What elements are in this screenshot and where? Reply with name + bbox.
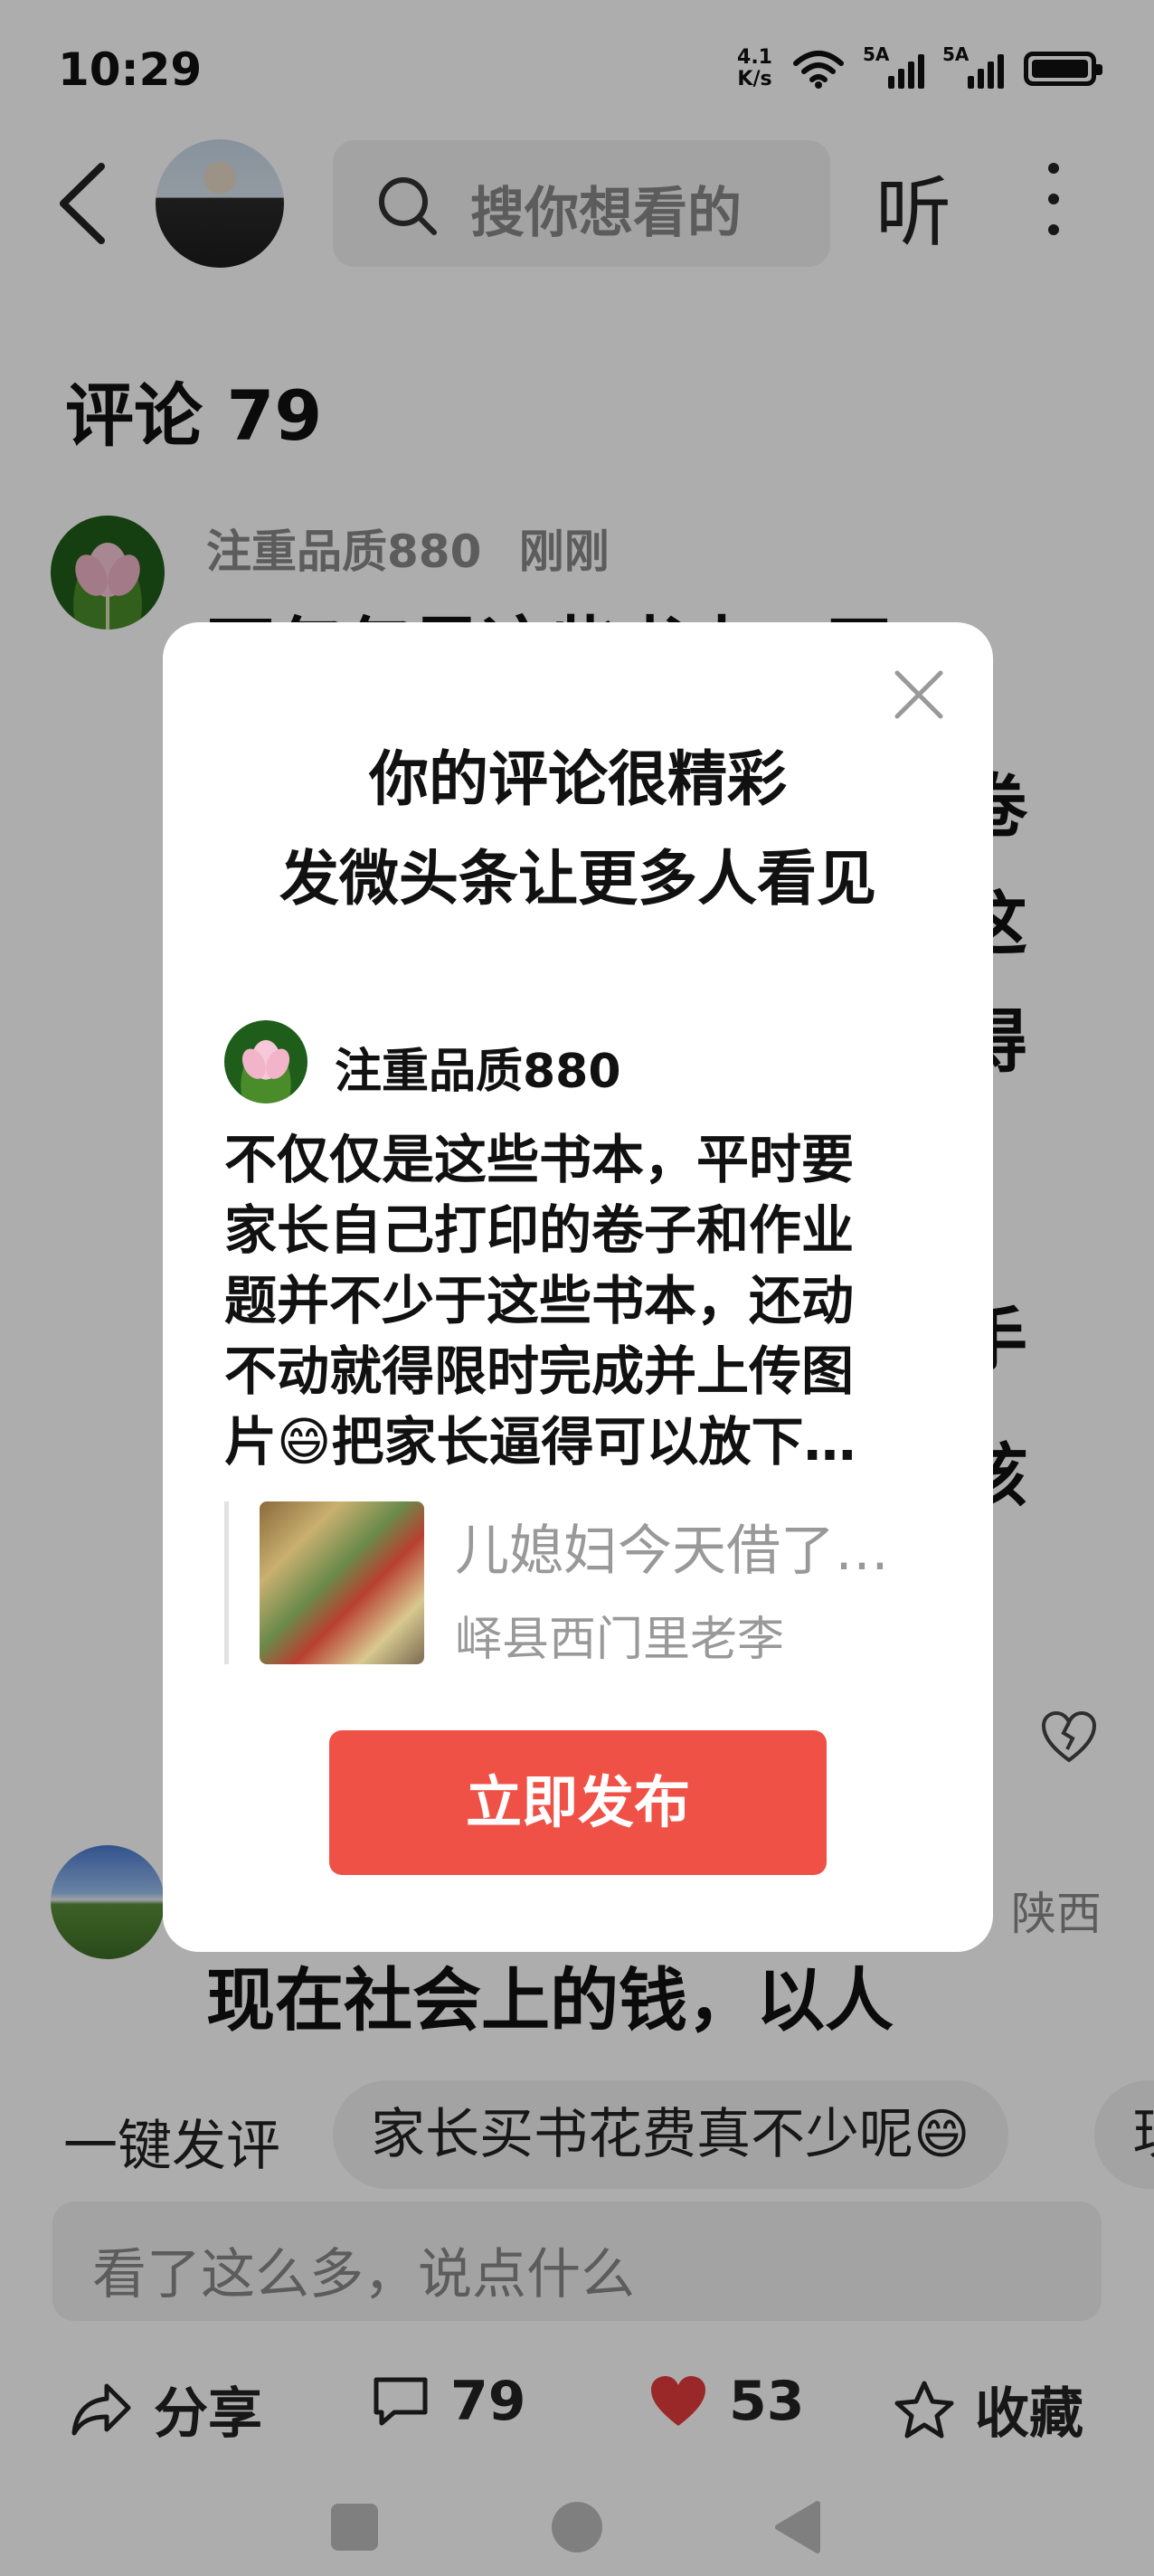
comment-line: 片😄把家长逼得可以放下… [224,1411,856,1473]
comment-line: 家长自己打印的卷子和作业 [224,1199,855,1261]
modal-username: 注重品质880 [335,1045,621,1099]
modal-user-avatar [224,1020,307,1103]
modal-title-line1: 你的评论很精彩 [369,744,787,814]
close-icon[interactable] [892,668,946,722]
lotus-avatar-image [241,1039,290,1080]
publish-button[interactable]: 立即发布 [329,1730,827,1875]
quoted-article-thumbnail [260,1501,424,1664]
modal-title-line2: 发微头条让更多人看见 [279,844,876,914]
quoted-article-title: 儿媳妇今天借了… [455,1520,889,1583]
quoted-article-author: 峄县西门里老李 [455,1613,785,1667]
screen: 10:29 4.1 K/s 5A 5A 搜你想看的 听 评论 79 注重品质88… [0,0,1154,2576]
quoted-article[interactable]: 儿媳妇今天借了… 峄县西门里老李 [224,1501,939,1667]
comment-line: 不动就得限时完成并上传图 [224,1340,855,1402]
comment-line: 题并不少于这些书本，还动 [224,1270,855,1331]
comment-line: 不仅仅是这些书本，平时要 [224,1129,855,1190]
modal-comment-text: 不仅仅是这些书本，平时要 家长自己打印的卷子和作业 题并不少于这些书本，还动 不… [224,1124,930,1477]
publish-modal: 你的评论很精彩 发微头条让更多人看见 注重品质880 不仅仅是这些书本，平时要 … [163,622,993,1952]
